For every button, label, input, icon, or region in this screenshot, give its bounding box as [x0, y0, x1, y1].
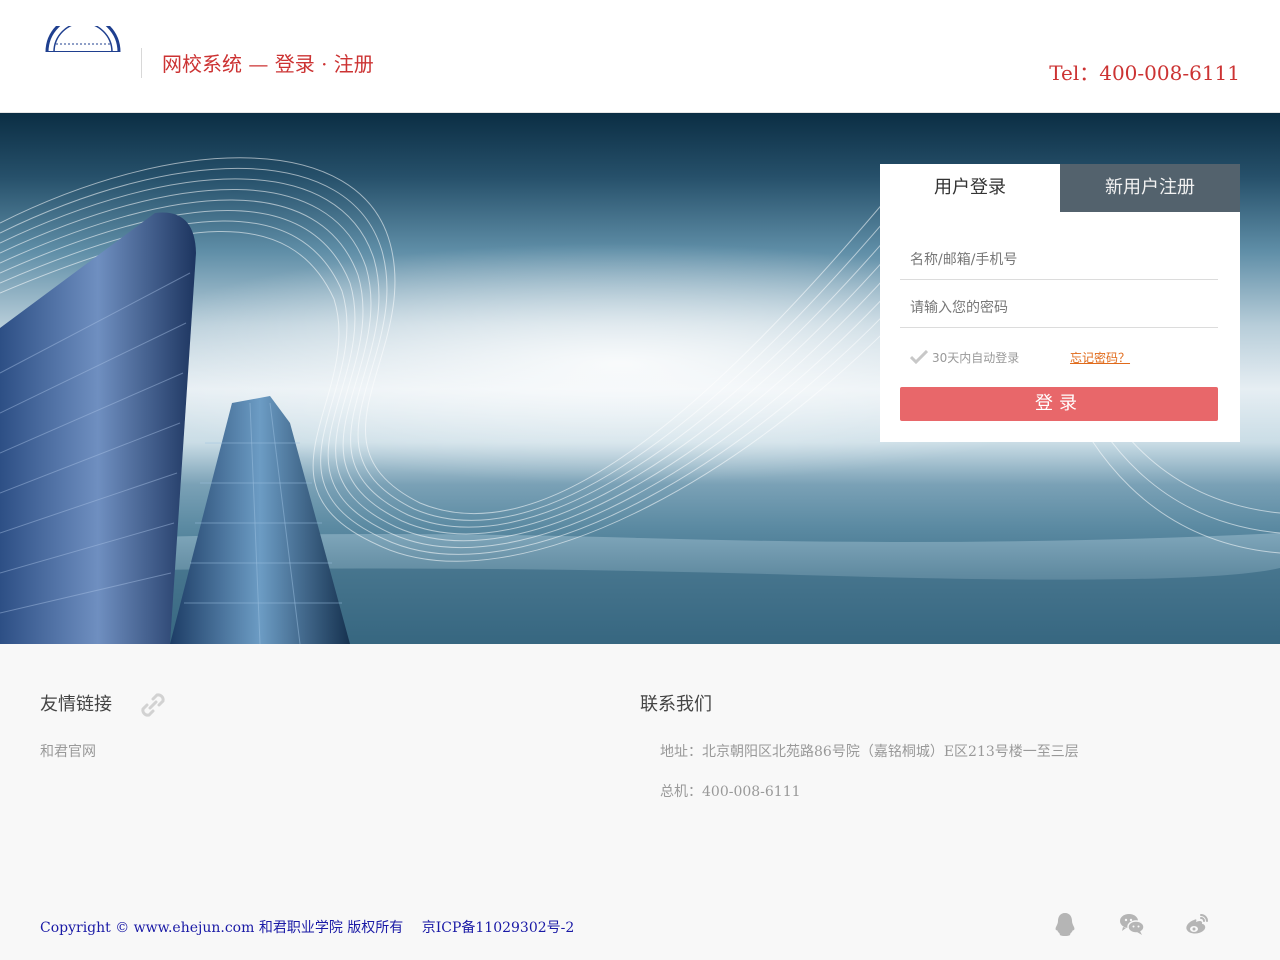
username-input[interactable]: [900, 240, 1218, 280]
friend-links-title: 友情链接: [40, 694, 112, 715]
qq-icon[interactable]: [1051, 910, 1079, 938]
contact-phone: 总机：400-008-6111: [660, 784, 801, 800]
password-input[interactable]: [900, 288, 1218, 328]
weibo-icon[interactable]: [1183, 910, 1211, 938]
tab-new-user-register[interactable]: 新用户注册: [1060, 164, 1240, 212]
login-button[interactable]: 登录: [900, 387, 1218, 421]
contact-us-title: 联系我们: [640, 694, 712, 715]
school-logo-icon[interactable]: [44, 26, 122, 52]
copyright-text[interactable]: Copyright © www.ehejun.com 和君职业学院 版权所有 京…: [40, 917, 574, 937]
link-icon: [136, 688, 170, 722]
site-header: 网校系统 — 登录 · 注册 Tel：400-008-6111: [0, 0, 1280, 113]
forgot-password-link[interactable]: 忘记密码？: [1070, 349, 1130, 366]
tab-user-login[interactable]: 用户登录: [880, 164, 1060, 212]
header-telephone: Tel：400-008-6111: [1049, 61, 1240, 85]
friend-link-hejun[interactable]: 和君官网: [40, 741, 96, 761]
contact-address: 地址：北京朝阳区北苑路86号院（嘉铭桐城）E区213号楼一至三层: [660, 744, 1079, 760]
remember-me-checkbox[interactable]: 30天内自动登录: [909, 349, 1020, 366]
wechat-icon[interactable]: [1118, 910, 1146, 938]
check-icon: [909, 349, 929, 365]
header-divider: [141, 48, 142, 78]
page-title: 网校系统 — 登录 · 注册: [162, 52, 374, 76]
site-footer: 友情链接 和君官网 联系我们 地址：北京朝阳区北苑路86号院（嘉铭桐城）E区21…: [0, 644, 1280, 960]
remember-me-label: 30天内自动登录: [932, 351, 1020, 365]
login-panel: 用户登录 新用户注册 30天内自动登录 忘记密码？ 登录: [880, 164, 1240, 442]
login-tabs: 用户登录 新用户注册: [880, 164, 1240, 212]
